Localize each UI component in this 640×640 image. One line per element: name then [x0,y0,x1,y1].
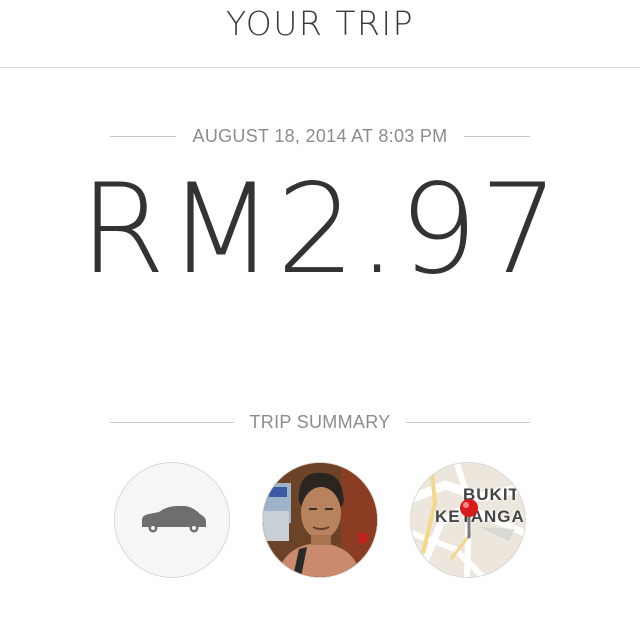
page-title: YOUR TRIP [225,4,415,43]
driver-photo [263,463,377,577]
route-map-button[interactable]: BUKIT KETANGA [410,462,526,578]
trip-datetime: AUGUST 18, 2014 AT 8:03 PM [192,126,448,146]
header-bar: YOUR TRIP [0,0,640,68]
map-pin-icon [460,499,478,539]
car-icon [142,506,206,533]
divider-left [110,136,176,137]
trip-summary-label: TRIP SUMMARY [249,412,391,432]
divider-right [406,422,530,423]
trip-fare: RM2.97 [79,158,561,302]
trip-date-row: AUGUST 18, 2014 AT 8:03 PM [110,126,530,147]
divider-left [110,422,234,423]
vehicle-button[interactable] [114,462,230,578]
divider-right [464,136,530,137]
trip-summary-row: TRIP SUMMARY [110,412,530,433]
driver-avatar-button[interactable] [262,462,378,578]
